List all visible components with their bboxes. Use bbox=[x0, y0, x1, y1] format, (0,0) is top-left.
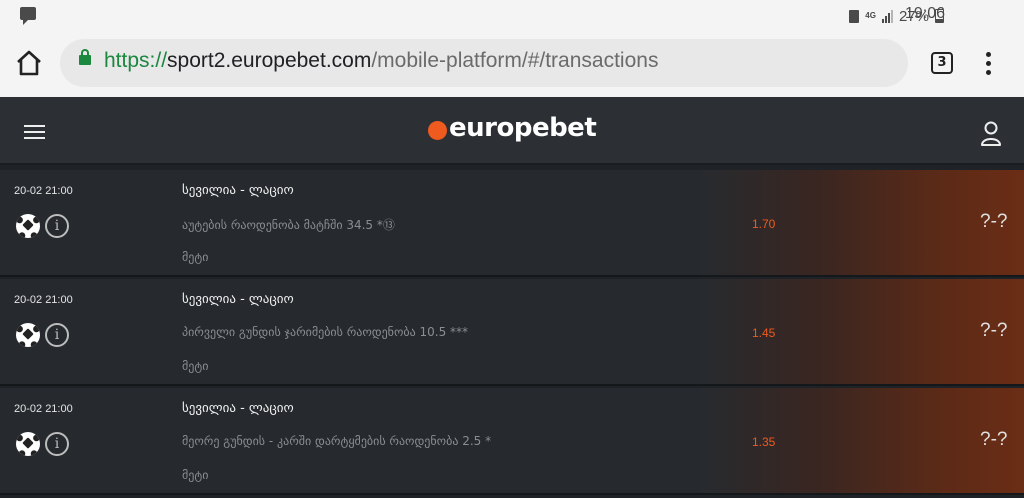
more-link[interactable]: მეტი bbox=[182, 250, 208, 264]
bet-market: პირველი გუნდის ჯარიმების რაოდენობა 10.5 … bbox=[182, 325, 469, 339]
bet-row[interactable]: 20-02 21:00 i სევილია - ლაციო აუტების რა… bbox=[0, 170, 1024, 277]
bet-market: მეორე გუნდის - კარში დარტყმების რაოდენობ… bbox=[182, 434, 492, 448]
bet-date: 20-02 21:00 bbox=[14, 403, 73, 415]
app-header: europebet bbox=[0, 97, 1024, 165]
url-host: sport2.europebet.com bbox=[167, 49, 372, 72]
status-bar: 4G 27% 19:06 bbox=[0, 0, 1024, 30]
more-menu-icon[interactable] bbox=[985, 52, 993, 78]
logo-text: europebet bbox=[449, 113, 597, 143]
bet-score: ?-? bbox=[980, 211, 1008, 232]
soccer-ball-icon bbox=[16, 432, 40, 456]
signal-icon bbox=[881, 9, 893, 23]
address-bar[interactable]: https://sport2.europebet.com/mobile-plat… bbox=[60, 39, 908, 87]
network-type: 4G bbox=[865, 11, 876, 20]
browser-toolbar: https://sport2.europebet.com/mobile-plat… bbox=[0, 30, 1024, 97]
url-scheme: https:// bbox=[104, 49, 168, 72]
match-name: სევილია - ლაციო bbox=[182, 401, 294, 416]
info-icon[interactable]: i bbox=[45, 432, 69, 456]
message-icon bbox=[20, 7, 36, 25]
bet-date: 20-02 21:00 bbox=[14, 185, 73, 197]
tab-switcher-button[interactable]: 3 bbox=[931, 52, 953, 74]
info-icon[interactable]: i bbox=[45, 214, 69, 238]
url-text[interactable]: https://sport2.europebet.com/mobile-plat… bbox=[104, 49, 658, 73]
transactions-list: 20-02 21:00 i სევილია - ლაციო აუტების რა… bbox=[0, 170, 1024, 498]
soccer-ball-icon bbox=[16, 214, 40, 238]
info-icon[interactable]: i bbox=[45, 323, 69, 347]
user-account-icon[interactable] bbox=[980, 121, 1002, 147]
more-link[interactable]: მეტი bbox=[182, 359, 208, 373]
url-path: /mobile-platform/#/transactions bbox=[371, 49, 659, 72]
home-icon[interactable] bbox=[15, 50, 43, 76]
sim-icon bbox=[849, 9, 860, 23]
europebet-logo[interactable]: europebet bbox=[428, 113, 597, 143]
lock-icon bbox=[79, 49, 91, 65]
match-name: სევილია - ლაციო bbox=[182, 183, 294, 198]
soccer-ball-icon bbox=[16, 323, 40, 347]
bet-score: ?-? bbox=[980, 429, 1008, 450]
bet-row[interactable]: 20-02 21:00 i სევილია - ლაციო პირველი გუ… bbox=[0, 279, 1024, 386]
bet-odds: 1.70 bbox=[752, 217, 776, 231]
bet-market: აუტების რაოდენობა მატჩში 34.5 *⑬ bbox=[182, 218, 395, 232]
bet-odds: 1.35 bbox=[752, 435, 776, 449]
bet-odds: 1.45 bbox=[752, 326, 776, 340]
bet-score: ?-? bbox=[980, 320, 1008, 341]
logo-dot bbox=[428, 120, 447, 140]
clock: 19:06 bbox=[905, 5, 946, 22]
more-link[interactable]: მეტი bbox=[182, 468, 208, 482]
match-name: სევილია - ლაციო bbox=[182, 292, 294, 307]
bet-row[interactable]: 20-02 21:00 i სევილია - ლაციო მეორე გუნდ… bbox=[0, 388, 1024, 495]
bet-date: 20-02 21:00 bbox=[14, 294, 73, 306]
hamburger-menu-icon[interactable] bbox=[24, 125, 45, 141]
